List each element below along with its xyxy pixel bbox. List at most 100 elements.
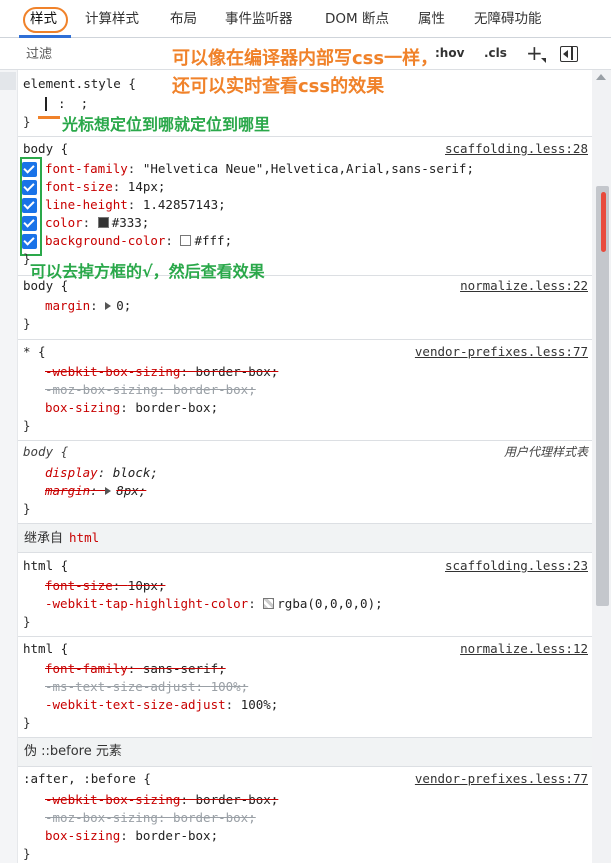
property-value[interactable]: 14px;: [128, 179, 166, 194]
rule-close: }: [23, 614, 31, 629]
property-name: background-color: [45, 233, 166, 248]
expand-arrow-icon[interactable]: [105, 487, 112, 495]
rule-selector[interactable]: * {: [23, 343, 46, 361]
declaration[interactable]: color: #333;: [45, 214, 149, 232]
annotation-text: 还可以实时查看css的效果: [172, 76, 385, 97]
source-link[interactable]: normalize.less:22: [460, 277, 588, 295]
rule-close: }: [23, 114, 31, 129]
property-name: box-sizing: [45, 828, 121, 843]
rule-divider: [18, 339, 592, 340]
rule-selector[interactable]: html {: [23, 640, 68, 658]
gutter: [0, 70, 18, 863]
rule-close: }: [23, 501, 31, 516]
rule-selector[interactable]: element.style {: [23, 75, 136, 93]
declaration[interactable]: -ms-text-size-adjust: 100%;: [45, 678, 248, 696]
property-value[interactable]: sans-serif;: [143, 661, 226, 676]
property-value[interactable]: #fff;: [194, 233, 232, 248]
property-value[interactable]: 100%;: [241, 697, 279, 712]
inherited-section-header: 继承自 html: [18, 523, 592, 553]
color-swatch[interactable]: [263, 598, 275, 609]
rule-divider: [18, 136, 592, 137]
tab-dom-breakpoints[interactable]: DOM 断点: [325, 0, 389, 38]
declaration: display: block;: [45, 465, 158, 480]
property-value[interactable]: 0;: [116, 298, 131, 313]
declaration[interactable]: -moz-box-sizing: border-box;: [45, 381, 256, 399]
property-name: font-size: [45, 179, 113, 194]
declaration[interactable]: box-sizing: border-box;: [45, 827, 218, 845]
source-link[interactable]: vendor-prefixes.less:77: [415, 770, 588, 788]
hov-button[interactable]: :hov: [435, 46, 464, 60]
tab-layout[interactable]: 布局: [170, 0, 197, 38]
property-value[interactable]: 10px;: [128, 578, 166, 593]
declaration[interactable]: margin: 0;: [45, 297, 131, 315]
declaration[interactable]: font-size: 14px;: [45, 178, 165, 196]
source-link[interactable]: normalize.less:12: [460, 640, 588, 658]
declaration[interactable]: -webkit-box-sizing: border-box;: [45, 791, 278, 809]
property-value[interactable]: "Helvetica Neue",Helvetica,Arial,sans-se…: [143, 161, 474, 176]
tab-event-listeners[interactable]: 事件监听器: [225, 0, 293, 38]
property-name: line-height: [45, 197, 128, 212]
tab-computed[interactable]: 计算样式: [85, 0, 139, 38]
declaration[interactable]: font-family: "Helvetica Neue",Helvetica,…: [45, 160, 474, 178]
declaration: margin: 8px;: [45, 483, 147, 498]
declaration[interactable]: font-family: sans-serif;: [45, 660, 226, 678]
gutter-marker: [0, 72, 16, 90]
rule-selector[interactable]: body {: [23, 140, 68, 158]
declaration[interactable]: -webkit-box-sizing: border-box;: [45, 363, 278, 381]
property-value[interactable]: 1.42857143;: [143, 197, 226, 212]
expand-arrow-icon[interactable]: [105, 302, 112, 310]
property-name: -moz-box-sizing: [45, 382, 158, 397]
tab-accessibility[interactable]: 无障碍功能: [474, 0, 542, 38]
annotation-pointer: [38, 116, 60, 119]
new-rule-dropdown-icon[interactable]: [541, 58, 546, 63]
property-value[interactable]: border-box;: [135, 400, 218, 415]
property-name: -webkit-box-sizing: [45, 364, 181, 379]
declaration[interactable]: font-size: 10px;: [45, 577, 165, 595]
inherited-element-link[interactable]: html: [69, 530, 99, 545]
sidebar-toggle-icon[interactable]: [560, 46, 578, 62]
property-value[interactable]: border-box;: [173, 810, 256, 825]
declaration[interactable]: -webkit-tap-highlight-color: rgba(0,0,0,…: [45, 595, 383, 613]
declaration[interactable]: box-sizing: border-box;: [45, 399, 218, 417]
source-link[interactable]: scaffolding.less:28: [445, 140, 588, 158]
property-name: -ms-text-size-adjust: [45, 679, 196, 694]
property-name: color: [45, 215, 83, 230]
scroll-marker: [601, 192, 606, 252]
rule-close: }: [23, 715, 31, 730]
property-name: -webkit-box-sizing: [45, 792, 181, 807]
source-link[interactable]: vendor-prefixes.less:77: [415, 343, 588, 361]
tab-styles[interactable]: 样式: [30, 0, 57, 38]
property-value[interactable]: border-box;: [173, 382, 256, 397]
source-link[interactable]: scaffolding.less:23: [445, 557, 588, 575]
property-value[interactable]: border-box;: [135, 828, 218, 843]
rule-selector[interactable]: html {: [23, 557, 68, 575]
annotation-box: [20, 157, 42, 256]
rule-selector[interactable]: :after, :before {: [23, 770, 151, 788]
declaration[interactable]: -moz-box-sizing: border-box;: [45, 809, 256, 827]
property-value[interactable]: 100%;: [211, 679, 249, 694]
declaration[interactable]: background-color: #fff;: [45, 232, 232, 250]
annotation-text: 可以像在编译器内部写css一样，: [172, 48, 439, 69]
rule-close: }: [23, 846, 31, 861]
property-value[interactable]: rgba(0,0,0,0);: [277, 596, 382, 611]
property-value[interactable]: #333;: [112, 215, 150, 230]
rule-selector: body {: [23, 444, 69, 459]
rule-divider: [18, 636, 592, 637]
styles-tab-bar: 样式 计算样式 布局 事件监听器 DOM 断点 属性 无障碍功能: [0, 0, 611, 38]
cls-button[interactable]: .cls: [484, 46, 507, 60]
styles-pane: element.style { : ; } body { scaffolding…: [18, 70, 592, 863]
declaration[interactable]: line-height: 1.42857143;: [45, 196, 226, 214]
property-value[interactable]: border-box;: [196, 364, 279, 379]
property-name: font-family: [45, 161, 128, 176]
color-swatch[interactable]: [97, 217, 109, 228]
property-name: font-family: [45, 661, 128, 676]
inherited-label: 继承自: [24, 531, 64, 546]
property-name: font-size: [45, 578, 113, 593]
property-value[interactable]: border-box;: [196, 792, 279, 807]
property-name: margin: [45, 483, 91, 498]
scroll-up-icon[interactable]: [596, 74, 606, 80]
color-swatch[interactable]: [180, 235, 192, 246]
property-name: -moz-box-sizing: [45, 810, 158, 825]
declaration[interactable]: -webkit-text-size-adjust: 100%;: [45, 696, 278, 714]
tab-properties[interactable]: 属性: [418, 0, 445, 38]
